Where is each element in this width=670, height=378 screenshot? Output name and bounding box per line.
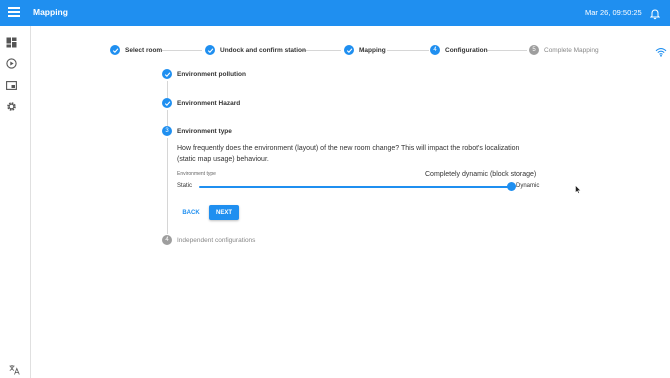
substep-label: Environment Hazard [177, 99, 241, 107]
slider-max-label: Dynamic [516, 183, 540, 189]
play-circle-icon[interactable] [6, 58, 17, 69]
check-icon [162, 69, 172, 79]
check-icon [205, 45, 215, 55]
top-app-bar: Mapping Mar 26, 09:50:25 [0, 0, 670, 26]
step-number: 5 [529, 45, 539, 55]
stepper-connector [387, 49, 429, 51]
mouse-cursor-icon [575, 181, 582, 199]
slider-thumb[interactable] [506, 181, 516, 191]
vertical-connector [167, 110, 168, 126]
substep-label: Independent configurations [177, 236, 256, 244]
step-label: Configuration [445, 46, 488, 54]
substep-environment-hazard[interactable]: Environment Hazard [162, 98, 240, 108]
translate-icon[interactable] [9, 364, 20, 375]
check-icon [162, 98, 172, 108]
step-mapping[interactable]: Mapping [344, 42, 386, 58]
step-select-room[interactable]: Select room [110, 42, 162, 58]
step-configuration[interactable]: 4 Configuration [430, 42, 488, 58]
step-label: Mapping [359, 46, 386, 54]
wifi-icon [655, 44, 667, 62]
screen-icon[interactable] [6, 80, 17, 91]
slider-value-label: Completely dynamic (block storage) [425, 171, 537, 178]
step-label: Undock and confirm station [220, 46, 306, 54]
stepper-connector [162, 49, 202, 51]
page-title: Mapping [33, 7, 68, 17]
step-undock-confirm-station[interactable]: Undock and confirm station [205, 42, 306, 58]
step-label: Select room [125, 46, 163, 54]
environment-type-question: How frequently does the environment (lay… [177, 145, 520, 163]
gear-icon[interactable] [6, 101, 17, 112]
hamburger-menu-icon[interactable] [8, 7, 20, 19]
bell-icon[interactable] [649, 7, 661, 25]
substep-number: 4 [162, 235, 172, 245]
next-button[interactable]: NEXT [209, 205, 239, 220]
step-complete-mapping[interactable]: 5 Complete Mapping [529, 42, 599, 58]
sidebar [0, 26, 31, 378]
vertical-connector [167, 138, 168, 234]
check-icon [344, 45, 354, 55]
substep-environment-pollution[interactable]: Environment pollution [162, 69, 246, 79]
substep-number: 3 [162, 126, 172, 136]
check-icon [110, 45, 120, 55]
substep-independent-configurations[interactable]: 4 Independent configurations [162, 235, 255, 245]
back-button[interactable]: BACK [178, 206, 204, 220]
slider-field-label: Environment type [177, 171, 216, 177]
step-number: 4 [430, 45, 440, 55]
vertical-connector [167, 81, 168, 98]
stepper-connector [487, 49, 527, 51]
mapping-stepper: Select room Undock and confirm station M… [0, 42, 670, 58]
slider-min-label: Static [177, 183, 193, 189]
substep-label: Environment pollution [177, 70, 246, 78]
stepper-connector [301, 49, 341, 51]
substep-label: Environment type [177, 127, 232, 135]
step-label: Complete Mapping [544, 46, 599, 54]
substep-environment-type[interactable]: 3 Environment type [162, 126, 232, 136]
datetime-display: Mar 26, 09:50:25 [585, 8, 642, 17]
environment-type-slider[interactable] [199, 185, 511, 188]
